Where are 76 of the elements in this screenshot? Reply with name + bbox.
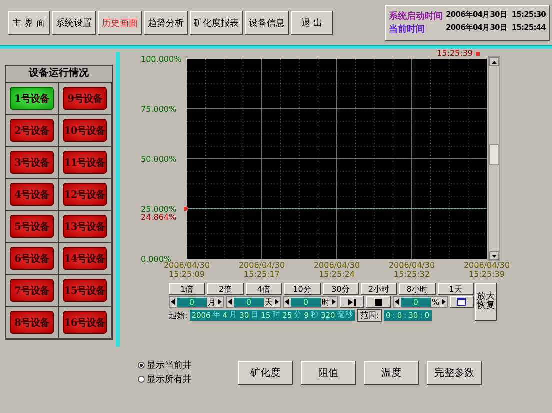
nav-button[interactable]: 主 界 面 (8, 11, 50, 35)
device-button[interactable]: 7号设备 (10, 279, 54, 302)
y-axis-label: 25.000% (141, 205, 177, 214)
nav-button[interactable]: 系统设置 (52, 11, 96, 35)
left-arrow-icon[interactable] (227, 299, 233, 305)
cursor-marker (184, 207, 188, 211)
range-label: 范围: (357, 308, 382, 322)
parameter-button[interactable]: 完整参数 (427, 360, 482, 384)
zoom-button[interactable]: 2倍 (207, 283, 244, 295)
y-axis-label: 50.000% (141, 155, 177, 164)
left-arrow-icon[interactable] (170, 299, 176, 305)
x-axis-label: 2006/04/30 15:25:39 (464, 261, 510, 279)
device-button[interactable]: 3号设备 (10, 151, 54, 174)
start-label: 起始: (169, 310, 188, 320)
panel-title: 设备运行情况 (6, 66, 112, 83)
right-arrow-icon[interactable] (440, 299, 447, 305)
device-button[interactable]: 4号设备 (10, 183, 54, 206)
scrollbar[interactable] (488, 56, 500, 262)
device-button[interactable]: 15号设备 (63, 279, 107, 302)
spin-field[interactable]: 0 % (392, 296, 448, 308)
device-button[interactable]: 2号设备 (10, 119, 54, 142)
radio-icon[interactable] (138, 376, 145, 383)
right-arrow-icon[interactable] (217, 299, 223, 305)
spin-field[interactable]: 0 时 (283, 296, 338, 308)
device-button[interactable]: 12号设备 (63, 183, 107, 206)
nav-button[interactable]: 设备信息 (245, 11, 289, 35)
current-time-label: 当前时间 (389, 23, 426, 36)
device-button[interactable]: 10号设备 (63, 119, 107, 142)
x-axis-label: 2006/04/30 15:25:09 (164, 261, 210, 279)
range-button[interactable]: 2小时 (360, 283, 398, 295)
parameter-button[interactable]: 矿化度 (238, 360, 293, 384)
nav-button[interactable]: 退 出 (291, 11, 333, 35)
cursor-time: 15:25:39 (437, 49, 473, 58)
range-button[interactable]: 1天 (438, 283, 474, 295)
parameter-button[interactable]: 阻值 (301, 360, 356, 384)
nav-button[interactable]: 矿化度报表 (190, 11, 243, 35)
calendar-button[interactable] (450, 296, 474, 308)
device-button[interactable]: 13号设备 (63, 215, 107, 238)
device-button[interactable]: 11号设备 (63, 151, 107, 174)
spin-field[interactable]: 0 天 (226, 296, 281, 308)
cursor-value: 24.864% (141, 213, 177, 222)
x-axis-label: 2006/04/30 15:25:24 (314, 261, 360, 279)
radio-icon[interactable] (138, 362, 145, 369)
radio-option[interactable]: 显示所有井 (138, 373, 238, 386)
right-arrow-icon[interactable] (274, 299, 280, 305)
device-button[interactable]: 8号设备 (10, 311, 54, 334)
y-axis-label: 75.000% (141, 105, 177, 114)
start-time-label: 系统启动时间 (389, 10, 444, 23)
x-axis-label: 2006/04/30 15:25:32 (388, 261, 436, 279)
parameter-button[interactable]: 温度 (364, 360, 419, 384)
cursor-marker (476, 52, 480, 56)
range-button[interactable]: 30分 (322, 283, 359, 295)
calendar-icon (457, 298, 466, 306)
device-button[interactable]: 6号设备 (10, 247, 54, 270)
device-button[interactable]: 16号设备 (63, 311, 107, 334)
restore-zoom-button[interactable]: 放大恢复 (475, 283, 497, 321)
y-axis-label: 100.000% (141, 55, 182, 64)
range-button[interactable]: 10分 (284, 283, 320, 295)
step-icon (348, 298, 356, 306)
range-button[interactable]: 8小时 (399, 283, 436, 295)
radio-option[interactable]: 显示当前井 (138, 359, 238, 372)
zoom-button[interactable]: 4倍 (246, 283, 282, 295)
stop-icon (375, 298, 382, 306)
zoom-button[interactable]: 1倍 (169, 283, 206, 295)
device-button[interactable]: 9号设备 (63, 87, 107, 110)
nav-button[interactable]: 趋势分析 (144, 11, 188, 35)
x-axis-label: 2006/04/30 15:25:17 (238, 261, 286, 279)
right-arrow-icon[interactable] (331, 299, 337, 305)
device-button[interactable]: 1号设备 (10, 87, 54, 110)
device-button[interactable]: 14号设备 (63, 247, 107, 270)
device-button[interactable]: 5号设备 (10, 215, 54, 238)
spin-field[interactable]: 0 月 (169, 296, 224, 308)
left-arrow-icon[interactable] (394, 299, 400, 305)
stop-button[interactable] (366, 296, 391, 308)
left-arrow-icon[interactable] (284, 299, 290, 305)
step-button[interactable] (340, 296, 364, 308)
